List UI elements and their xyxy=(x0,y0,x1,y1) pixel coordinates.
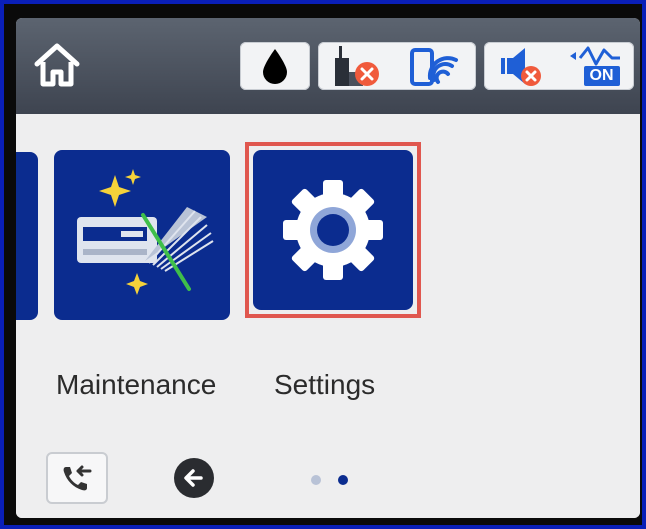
power-on-badge: ON xyxy=(583,66,620,86)
wifi-direct-icon xyxy=(409,48,458,86)
power-saving-on-icon: ON xyxy=(566,44,624,88)
fax-send-receive-button[interactable] xyxy=(46,452,108,504)
home-button[interactable] xyxy=(26,36,88,94)
maintenance-label: Maintenance xyxy=(56,369,217,400)
fax-call-icon xyxy=(63,465,92,491)
back-arrow-icon xyxy=(184,469,203,487)
back-button[interactable] xyxy=(174,458,214,498)
maintenance-tile[interactable] xyxy=(54,150,230,320)
page-indicator-dot-1 xyxy=(311,475,321,485)
printer-screen: ON Maintenance Settings xyxy=(16,18,640,518)
settings-label: Settings xyxy=(274,369,376,400)
previous-tile-partial[interactable] xyxy=(16,152,38,320)
page-indicator-dot-2 xyxy=(338,475,348,485)
network-status-button[interactable] xyxy=(318,42,476,90)
selection-highlight xyxy=(245,142,421,318)
display-frame: ON Maintenance Settings xyxy=(0,0,646,529)
sound-muted-icon xyxy=(500,48,541,86)
home-icon xyxy=(34,43,80,87)
status-bar: ON xyxy=(16,18,640,114)
fax-line-error-icon xyxy=(334,46,379,86)
maintenance-icon xyxy=(77,169,214,295)
ink-status-button[interactable] xyxy=(240,42,310,90)
device-status-button[interactable]: ON xyxy=(484,42,634,90)
ink-drop-icon xyxy=(263,49,287,84)
